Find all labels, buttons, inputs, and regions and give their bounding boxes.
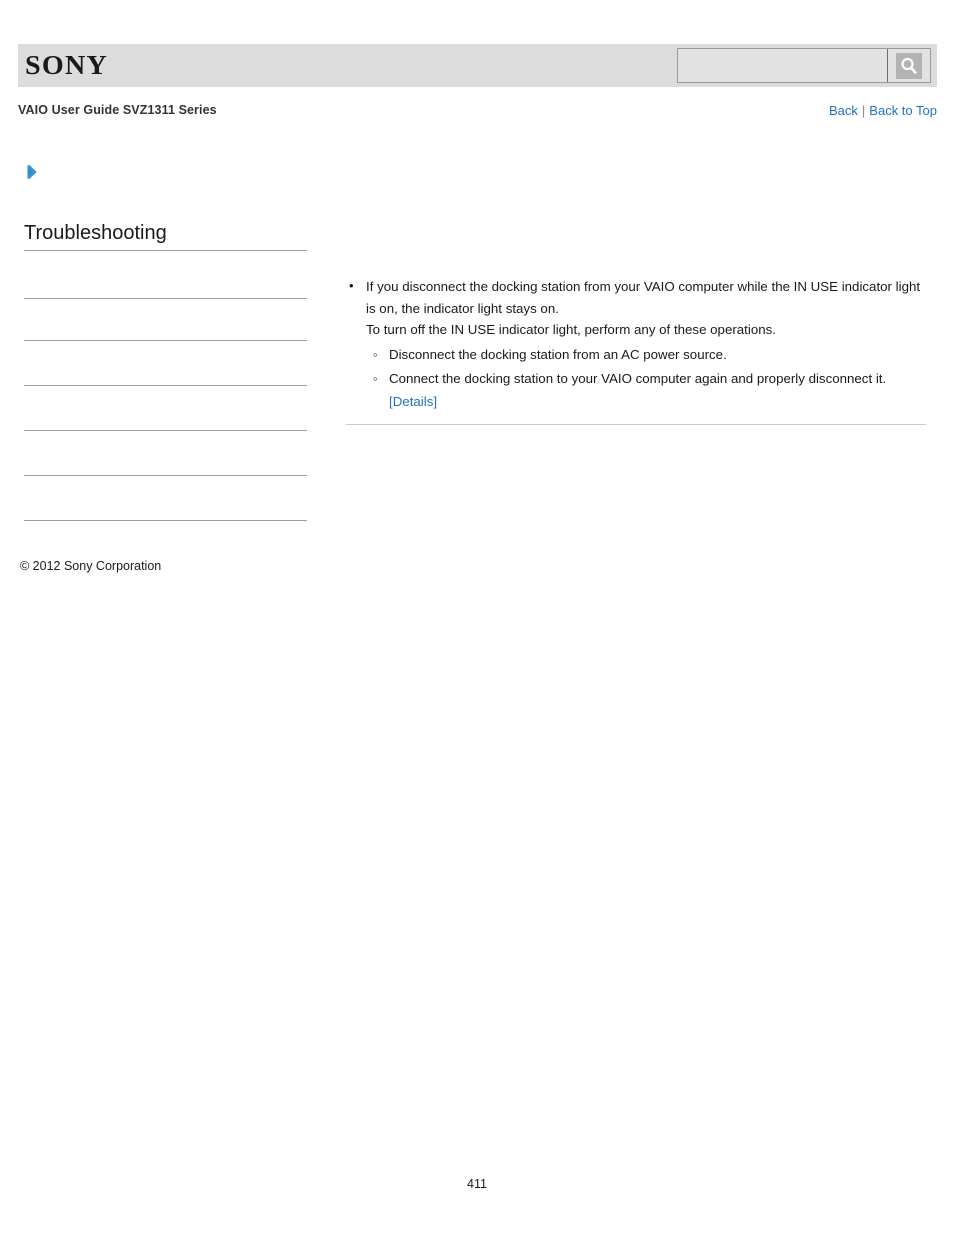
notes-list: If you disconnect the docking station fr… — [346, 275, 926, 413]
page-title: Troubleshooting — [24, 222, 167, 244]
list-item: Disconnect the docking station from an A… — [373, 344, 926, 366]
top-nav: Back | Back to Top — [829, 103, 937, 118]
sony-logo: SONY — [25, 50, 109, 80]
sidebar-item-6[interactable] — [24, 476, 307, 520]
search-icon — [896, 52, 922, 79]
page-number: 411 — [467, 1177, 487, 1191]
details-link[interactable]: [Details] — [389, 391, 437, 413]
search-input[interactable] — [678, 49, 887, 82]
search-box[interactable] — [677, 48, 931, 83]
list-item: If you disconnect the docking station fr… — [349, 275, 926, 413]
sidebar-item-4[interactable] — [24, 386, 307, 430]
operation-text: Disconnect the docking station from an A… — [389, 346, 727, 362]
note-line-2: To turn off the IN USE indicator light, … — [366, 322, 776, 337]
content-bottom-rule — [346, 424, 926, 425]
search-button[interactable] — [887, 49, 930, 82]
back-to-top-link[interactable]: Back to Top — [869, 103, 937, 118]
back-link[interactable]: Back — [829, 103, 858, 118]
copyright-text: © 2012 Sony Corporation — [20, 559, 162, 573]
chevron-right-icon[interactable] — [24, 163, 42, 181]
sidebar-rule-6 — [24, 520, 307, 521]
sidebar-item-5[interactable] — [24, 431, 307, 475]
guide-title: VAIO User Guide SVZ1311 Series — [18, 103, 217, 117]
note-line-1: If you disconnect the docking station fr… — [366, 279, 921, 316]
operation-text: Connect the docking station to your VAIO… — [389, 371, 887, 386]
sidebar-item-1[interactable] — [24, 251, 307, 298]
main-content: If you disconnect the docking station fr… — [346, 275, 926, 415]
nav-separator: | — [861, 103, 866, 118]
operations-list: Disconnect the docking station from an A… — [366, 344, 926, 413]
sidebar: Troubleshooting — [24, 220, 307, 521]
list-item: Connect the docking station to your VAIO… — [373, 368, 926, 413]
sidebar-item-3[interactable] — [24, 341, 307, 385]
sidebar-item-2[interactable] — [24, 299, 307, 340]
